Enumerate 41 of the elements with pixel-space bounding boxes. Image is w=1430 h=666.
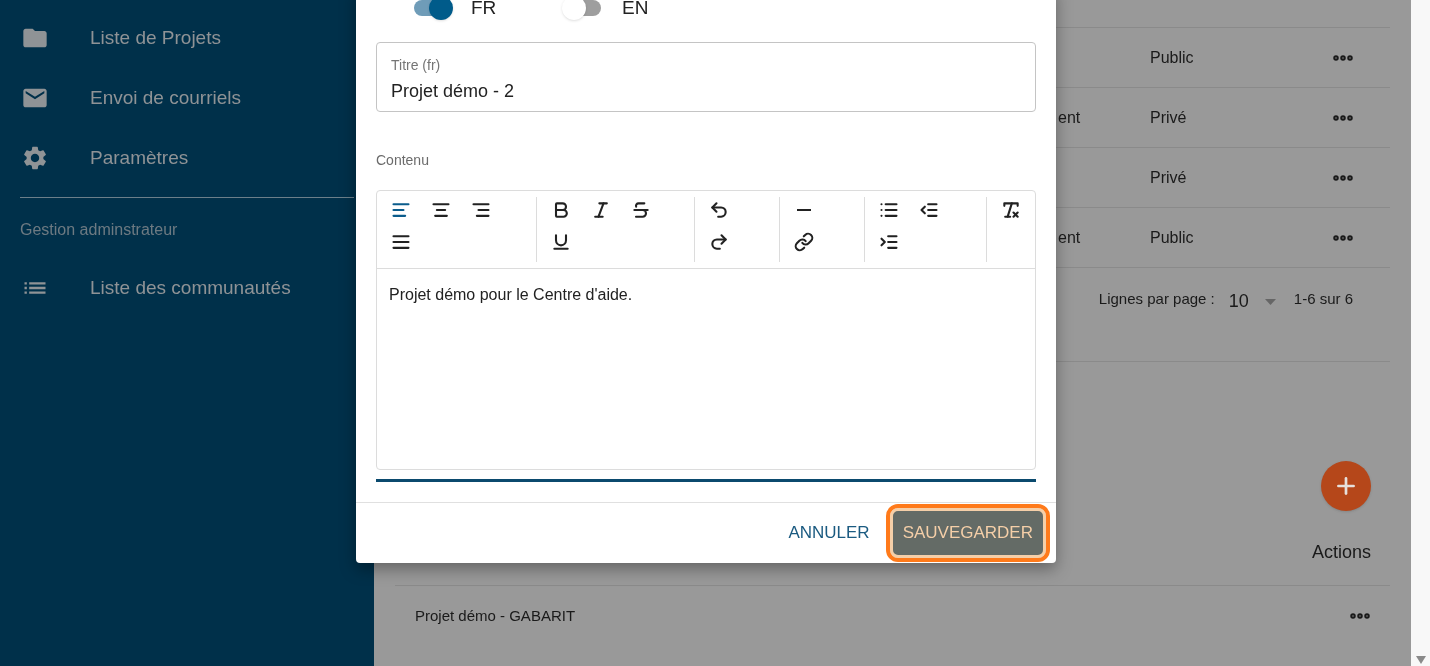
align-right-icon: [471, 200, 491, 220]
table-cell-text: Public: [1150, 47, 1195, 68]
rows-per-page-select[interactable]: 10: [1228, 288, 1276, 315]
horizontal-rule-icon: [797, 209, 812, 211]
sidebar-item[interactable]: Liste des communautés: [90, 273, 291, 303]
redo-icon: [709, 232, 730, 252]
section-title: Gestion adminstrateur: [20, 220, 179, 240]
table-cell: ent: [1058, 228, 1081, 246]
language-label: EN: [622, 0, 649, 20]
caret-icon: [1264, 298, 1276, 305]
align-left-icon: [391, 200, 411, 220]
table-cell: ent: [1058, 108, 1081, 126]
sidebar-item[interactable]: Envoi de courriels: [90, 83, 242, 113]
cancel-button[interactable]: ANNULER: [786, 513, 872, 553]
justify-icon: [391, 232, 411, 252]
settings-icon: [21, 144, 49, 172]
scroll-down-icon[interactable]: [1415, 656, 1426, 664]
editor-text: Projet démo pour le Centre d'aide.: [389, 286, 633, 303]
sidebar-item[interactable]: Liste de Projets: [90, 23, 221, 53]
table-cell-text: Privé: [1150, 167, 1188, 188]
table-cell-text: Public: [1150, 227, 1195, 248]
underline-icon: [550, 232, 571, 252]
undo-icon: [709, 200, 730, 220]
field-label: Contenu: [376, 151, 430, 170]
pagination-range: 1-6 sur 6: [1293, 289, 1353, 309]
language-label: FR: [471, 0, 497, 20]
sidebar-item[interactable]: Paramètres: [90, 143, 189, 173]
align-center-icon: [431, 200, 451, 220]
table-cell-text: Projet démo - GABARIT: [415, 605, 576, 626]
add-button[interactable]: [1321, 461, 1371, 511]
strikethrough-icon: [630, 200, 651, 220]
table-cell-text: Privé: [1150, 107, 1188, 128]
indent-icon: [879, 232, 900, 252]
column-header: Actions: [1311, 541, 1371, 564]
clear-format-icon: [1001, 200, 1021, 220]
scrollbar[interactable]: [1411, 0, 1430, 666]
outdent-icon: [919, 200, 940, 220]
link-icon: [794, 232, 815, 252]
bullet-list-icon: [879, 200, 900, 220]
title-field[interactable]: Titre (fr) Projet démo - 2: [376, 42, 1036, 112]
rows-per-page-label: Lignes par page :: [1098, 289, 1215, 309]
